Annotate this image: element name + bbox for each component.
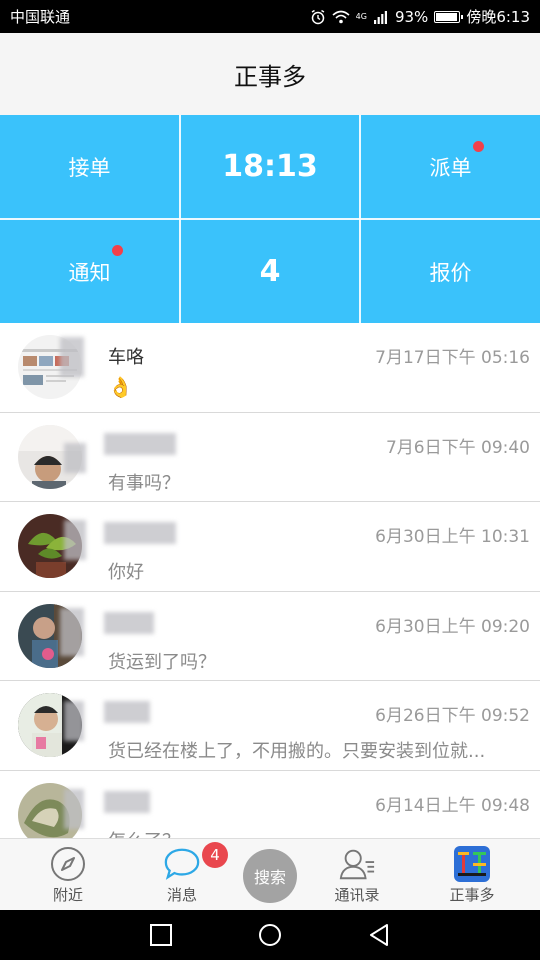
contact-name-blur [104,611,154,634]
blur-mask [64,442,86,473]
chat-bubble-icon [163,846,201,882]
bottom-nav: 附近 消息 4 搜索 通讯录 正事多 [0,838,540,910]
tab-contacts-label: 通讯录 [334,886,380,904]
list-item[interactable]: 车咯 7月17日下午 05:16 👌 [0,323,540,413]
page-title: 正事多 [234,62,306,91]
notice-unread-dot [112,245,123,256]
list-item[interactable]: 6月14日上午 09:48 怎么了？ [0,771,540,839]
wifi-icon [332,10,350,23]
list-item[interactable]: 7月6日下午 09:40 有事吗？ [0,413,540,502]
accept-order-button[interactable]: 接单 [0,115,179,218]
blur-mask [64,701,84,741]
message-time: 6月30日上午 10:31 [375,527,530,547]
status-time: 傍晚6:13 [466,8,530,26]
quote-label: 报价 [429,260,472,285]
contact-name-blur [104,790,150,813]
dispatch-unread-dot [473,141,484,152]
quote-button[interactable]: 报价 [361,220,540,323]
message-time: 6月14日上午 09:48 [375,795,530,816]
message-time: 6月30日上午 09:20 [375,616,530,637]
tab-app[interactable]: 正事多 [422,839,522,911]
clock-display: 18:13 [181,115,359,218]
system-nav-bar [0,910,540,960]
home-icon[interactable] [257,922,283,948]
tab-contacts[interactable]: 通讯录 [307,839,407,911]
app-header: 正事多 [0,33,540,115]
list-item[interactable]: 6月30日上午 10:31 你好 [0,502,540,592]
count-display[interactable]: 4 [181,220,359,323]
carrier-label: 中国联通 [10,8,71,26]
blur-mask [64,788,84,829]
status-bar: 中国联通 4G 93% 傍晚6:13 [0,0,540,33]
last-message: 怎么了？ [108,827,180,839]
clock-value: 18:13 [222,149,318,184]
last-message: 👌 [108,375,133,399]
contact-name-blur [104,522,176,544]
last-message: 货已经在楼上了，不用搬的。只要安装到位就... [108,741,486,762]
message-time: 7月17日下午 05:16 [375,348,530,368]
action-grid: 接单 18:13 派单 通知 4 报价 [0,115,540,323]
blur-mask [60,607,84,656]
blur-mask [60,337,84,377]
unread-badge: 4 [202,842,228,868]
back-icon[interactable] [367,922,393,948]
last-message: 有事吗？ [108,472,180,494]
tab-messages-label: 消息 [166,886,197,904]
tab-app-label: 正事多 [449,886,495,904]
notice-button[interactable]: 通知 [0,220,179,323]
compass-icon [49,846,87,882]
signal-icon [373,10,387,24]
app-logo-icon [453,846,491,882]
last-message: 你好 [108,562,144,583]
accept-order-label: 接单 [68,155,111,180]
count-value: 4 [259,254,281,289]
conversation-list: 车咯 7月17日下午 05:16 👌 7月6日下午 09:40 有事吗？ 6月3… [0,323,540,838]
tab-nearby-label: 附近 [52,886,83,904]
search-button[interactable]: 搜索 [243,849,297,903]
battery-percent: 93% [394,7,429,26]
contact-name-blur [104,701,150,723]
message-time: 6月26日下午 09:52 [375,706,530,726]
tab-nearby[interactable]: 附近 [18,839,118,911]
list-item[interactable]: 6月30日上午 09:20 货运到了吗？ [0,592,540,681]
dispatch-order-label: 派单 [429,155,472,180]
contact-name: 车咯 [108,347,144,368]
recent-apps-icon[interactable] [148,922,174,948]
blur-mask [64,520,86,560]
last-message: 货运到了吗？ [108,651,216,673]
contact-name-blur [104,432,176,455]
status-icons: 4G 93% 傍晚6:13 [310,6,530,27]
dispatch-order-button[interactable]: 派单 [361,115,540,218]
notice-label: 通知 [68,260,111,285]
message-time: 7月6日下午 09:40 [385,437,530,458]
list-item[interactable]: 6月26日下午 09:52 货已经在楼上了，不用搬的。只要安装到位就... [0,681,540,771]
alarm-icon [311,9,325,24]
battery-icon [434,10,464,23]
contacts-icon [338,846,376,882]
network-type-label: 4G [355,12,367,21]
